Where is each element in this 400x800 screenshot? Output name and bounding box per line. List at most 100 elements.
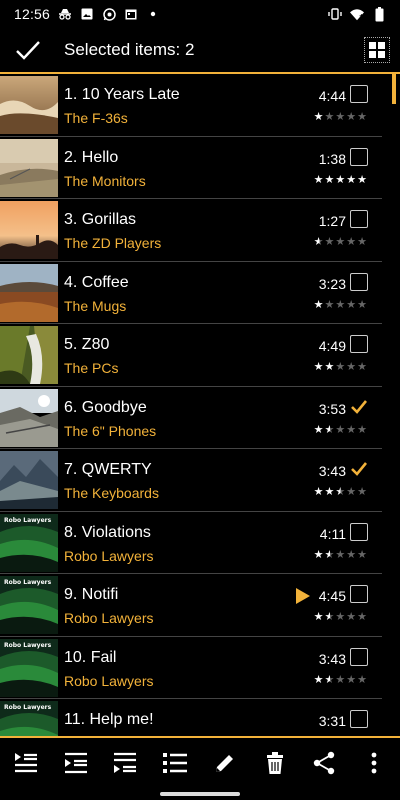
queue-next-icon[interactable] bbox=[58, 745, 94, 781]
star-icon: ★ bbox=[346, 423, 358, 436]
track-row[interactable]: 4. Coffee The Mugs 3:23 ★★★★★ bbox=[0, 262, 400, 324]
star-icon: ★ bbox=[313, 611, 325, 623]
star-icon: ★ bbox=[324, 548, 336, 561]
track-row[interactable]: 5. Z80 The PCs 4:49 ★★★★★ bbox=[0, 324, 400, 387]
album-art: Robo Lawyers bbox=[0, 576, 58, 634]
checkbox[interactable] bbox=[350, 710, 368, 728]
checkbox-checked[interactable] bbox=[350, 460, 368, 478]
track-list[interactable]: 1. 10 Years Late The F-36s 4:44 ★★★★★ 2.… bbox=[0, 74, 400, 736]
status-bar-left: 12:56 bbox=[14, 6, 160, 22]
rating-stars[interactable]: ★★★★★ bbox=[314, 423, 368, 436]
star-icon: ★ bbox=[324, 361, 336, 373]
star-icon: ★ bbox=[357, 361, 368, 373]
track-duration: 3:23 bbox=[318, 275, 346, 292]
svg-text:Robo Lawyers: Robo Lawyers bbox=[4, 642, 52, 649]
track-artist: The PCs bbox=[64, 360, 119, 376]
rating-stars[interactable]: ★★★★★ bbox=[314, 298, 368, 311]
track-duration: 4:49 bbox=[318, 338, 346, 354]
rating-stars[interactable]: ★★★★★ bbox=[314, 610, 368, 623]
star-icon: ★ bbox=[357, 548, 368, 561]
checkbox[interactable] bbox=[350, 147, 368, 166]
track-row[interactable]: 7. QWERTY The Keyboards 3:43 ★★★★★ bbox=[0, 449, 400, 512]
star-icon: ★ bbox=[324, 611, 336, 623]
queue-end-icon[interactable] bbox=[107, 745, 143, 781]
album-art: Robo Lawyers bbox=[0, 513, 58, 572]
more-vert-icon[interactable] bbox=[356, 745, 392, 781]
star-icon: ★ bbox=[346, 298, 358, 311]
gesture-nav-handle[interactable] bbox=[160, 792, 240, 796]
action-toolbar: Selected items: 2 bbox=[0, 28, 400, 72]
star-icon: ★ bbox=[324, 486, 336, 498]
track-row[interactable]: 3. Gorillas The ZD Players 1:27 ★★★★★ bbox=[0, 199, 400, 262]
star-icon: ★ bbox=[357, 298, 368, 311]
track-row[interactable]: 6. Goodbye The 6" Phones 3:53 ★★★★★ bbox=[0, 387, 400, 449]
rating-stars[interactable]: ★★★★★ bbox=[314, 485, 368, 498]
wifi-icon bbox=[350, 7, 364, 21]
star-icon: ★ bbox=[335, 423, 347, 436]
album-art bbox=[0, 138, 58, 197]
star-icon: ★ bbox=[313, 361, 325, 373]
album-art bbox=[0, 451, 58, 509]
vibrate-icon bbox=[328, 7, 342, 21]
scroll-thumb[interactable] bbox=[392, 74, 396, 104]
star-icon: ★ bbox=[313, 486, 325, 498]
queue-top-icon[interactable] bbox=[8, 745, 44, 781]
track-title: 6. Goodbye bbox=[64, 398, 147, 416]
track-duration: 1:27 bbox=[318, 213, 346, 229]
edit-icon[interactable] bbox=[207, 745, 243, 781]
checkbox[interactable] bbox=[350, 85, 368, 103]
checkbox[interactable] bbox=[350, 647, 368, 666]
dot-icon bbox=[146, 7, 160, 21]
svg-text:Robo Lawyers: Robo Lawyers bbox=[4, 579, 52, 586]
status-bar: 12:56 bbox=[0, 0, 400, 28]
track-row[interactable]: 1. 10 Years Late The F-36s 4:44 ★★★★★ bbox=[0, 74, 400, 137]
album-art: Robo Lawyers bbox=[0, 638, 58, 697]
svg-text:Robo Lawyers: Robo Lawyers bbox=[4, 517, 52, 524]
selection-title: Selected items: 2 bbox=[64, 40, 195, 59]
track-title: 3. Gorillas bbox=[64, 211, 137, 228]
rating-stars[interactable]: ★★★★★ bbox=[314, 173, 368, 186]
rating-stars[interactable]: ★★★★★ bbox=[314, 673, 368, 686]
star-icon: ★ bbox=[335, 298, 347, 311]
share-icon[interactable] bbox=[306, 745, 342, 781]
rating-stars[interactable]: ★★★★★ bbox=[314, 110, 368, 123]
track-row[interactable]: Robo Lawyers 8. Violations Robo Lawyers … bbox=[0, 512, 400, 574]
star-icon: ★ bbox=[313, 236, 325, 248]
track-artist: Robo Lawyers bbox=[64, 547, 154, 564]
rating-stars[interactable]: ★★★★★ bbox=[314, 548, 368, 561]
star-icon: ★ bbox=[357, 423, 368, 436]
track-row[interactable]: 2. Hello The Monitors 1:38 ★★★★★ bbox=[0, 137, 400, 199]
check-icon[interactable] bbox=[10, 32, 46, 68]
star-icon: ★ bbox=[313, 173, 325, 186]
star-icon: ★ bbox=[335, 173, 347, 186]
track-title: 9. Notifi bbox=[64, 586, 119, 603]
scrollbar[interactable] bbox=[382, 74, 400, 736]
grid-icon[interactable] bbox=[364, 37, 390, 63]
star-icon: ★ bbox=[324, 236, 336, 248]
checkbox[interactable] bbox=[350, 522, 368, 541]
star-icon: ★ bbox=[335, 673, 347, 686]
track-title: 8. Violations bbox=[64, 523, 151, 541]
checkbox[interactable] bbox=[350, 585, 368, 603]
rating-stars[interactable]: ★★★★★ bbox=[314, 235, 368, 248]
list-icon[interactable] bbox=[157, 745, 193, 781]
bottom-action-bar bbox=[0, 738, 400, 788]
star-icon: ★ bbox=[313, 673, 325, 686]
track-row[interactable]: Robo Lawyers 10. Fail Robo Lawyers 3:43 … bbox=[0, 637, 400, 699]
checkbox[interactable] bbox=[350, 335, 368, 353]
track-duration: 4:44 bbox=[318, 88, 346, 104]
checkbox[interactable] bbox=[350, 272, 368, 291]
star-icon: ★ bbox=[346, 548, 358, 561]
star-icon: ★ bbox=[324, 111, 336, 123]
track-row[interactable]: Robo Lawyers 9. Notifi Robo Lawyers 4:45… bbox=[0, 574, 400, 637]
rating-stars[interactable]: ★★★★★ bbox=[314, 360, 368, 373]
delete-icon[interactable] bbox=[257, 745, 293, 781]
star-icon: ★ bbox=[324, 298, 336, 311]
status-bar-right bbox=[328, 6, 386, 21]
star-icon: ★ bbox=[346, 236, 358, 248]
svg-text:Robo Lawyers: Robo Lawyers bbox=[4, 704, 52, 711]
track-artist: Robo Lawyers bbox=[64, 610, 154, 626]
checkbox-checked[interactable] bbox=[350, 398, 368, 416]
checkbox[interactable] bbox=[350, 210, 368, 228]
track-row[interactable]: Robo Lawyers 11. Help me! 3:31 ★★★★★ bbox=[0, 699, 400, 736]
